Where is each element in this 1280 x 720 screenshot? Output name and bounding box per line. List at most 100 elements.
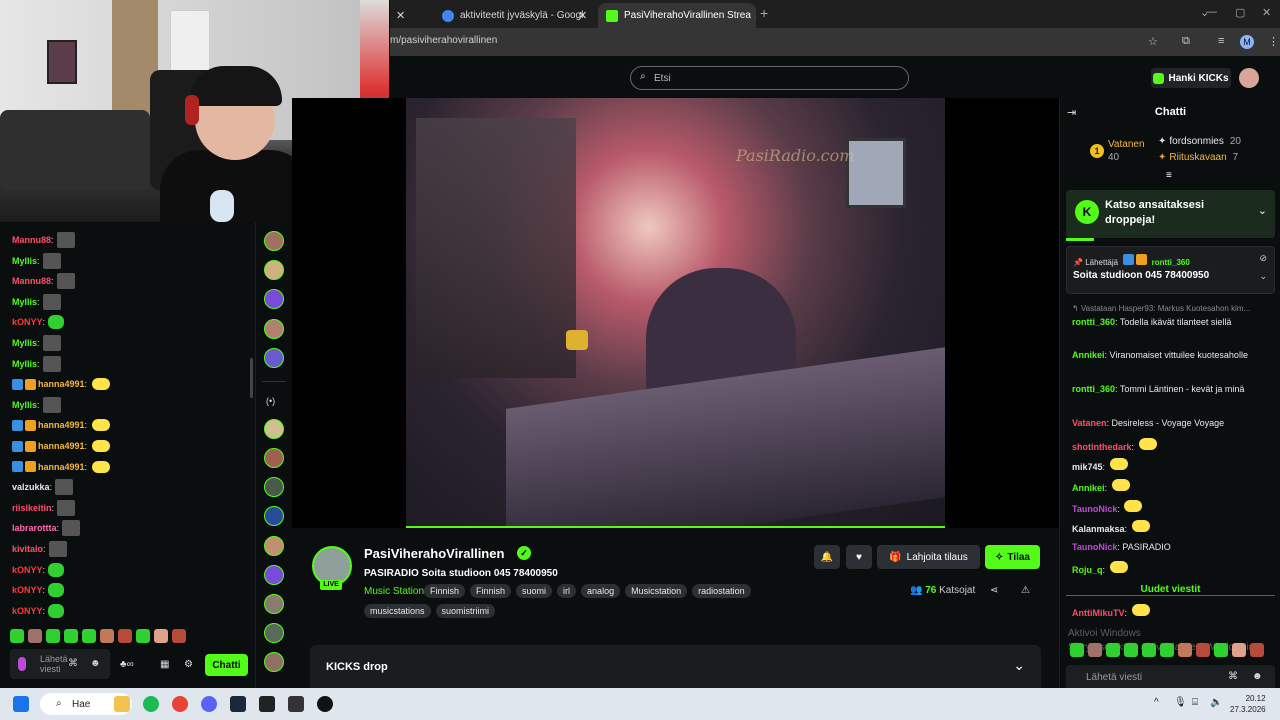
channel-avatar[interactable] — [264, 319, 284, 339]
tag-chip[interactable]: musicstations — [364, 604, 431, 618]
chat-user[interactable]: AnttiMikuTV — [1072, 608, 1125, 618]
chat-user[interactable]: Myllis — [12, 256, 37, 266]
channel-avatar[interactable] — [264, 623, 284, 643]
expand-leaderboard-icon[interactable]: ≡ — [1166, 170, 1172, 181]
emote-icon[interactable] — [1070, 643, 1084, 657]
chat-user[interactable]: hanna4991 — [38, 462, 85, 472]
emote-icon[interactable] — [64, 629, 78, 643]
menu-icon[interactable]: ⋮ — [1268, 35, 1279, 48]
kick-emote-icon[interactable]: ⌘ — [68, 658, 78, 669]
channel-avatar[interactable] — [264, 506, 284, 526]
maximize-button[interactable]: ▢ — [1235, 6, 1245, 19]
chat-user[interactable]: Vatanen — [1072, 418, 1107, 428]
chat-user[interactable]: TaunoNick — [1072, 504, 1117, 514]
tab-close-icon[interactable]: ✕ — [578, 3, 592, 28]
emote-icon[interactable] — [46, 629, 60, 643]
chevron-down-icon[interactable]: ⌄ — [1258, 204, 1267, 217]
channel-avatar[interactable] — [264, 260, 284, 280]
channel-avatar[interactable] — [264, 419, 284, 439]
taskbar-clock[interactable]: 20.12 27.3.2026 — [1230, 693, 1266, 715]
emote-icon[interactable] — [100, 629, 114, 643]
tab-google[interactable]: aktiviteetit jyväskylä - Google-h — [434, 3, 584, 28]
obs-icon[interactable] — [317, 696, 333, 712]
app-icon[interactable] — [288, 696, 304, 712]
chat-user[interactable]: hanna4991 — [38, 420, 85, 430]
channel-avatar[interactable] — [264, 652, 284, 672]
emote-icon[interactable] — [1250, 643, 1264, 657]
chat-user[interactable]: hanna4991 — [38, 379, 85, 389]
app-icon[interactable] — [259, 696, 275, 712]
emote-icon[interactable] — [154, 629, 168, 643]
subscribe-button[interactable]: ✧ Tilaa — [985, 545, 1040, 569]
tag-chip[interactable]: Finnish — [470, 584, 512, 598]
leaderboard-first[interactable]: 1 Vatanen 40 — [1090, 138, 1145, 164]
channel-avatar[interactable] — [264, 565, 284, 585]
chat-user[interactable]: mik745 — [1072, 462, 1103, 472]
tag-chip[interactable]: analog — [581, 584, 621, 598]
video-frame[interactable]: PasiRadio.com — [406, 98, 945, 528]
emote-icon[interactable] — [136, 629, 150, 643]
new-tab-button[interactable]: + — [760, 5, 768, 21]
chevron-down-icon[interactable]: ⌄ — [1259, 271, 1267, 282]
media-icon[interactable]: ≡ — [1218, 35, 1224, 47]
emote-icon[interactable] — [10, 629, 24, 643]
chrome-icon[interactable] — [172, 696, 188, 712]
user-avatar[interactable] — [1239, 68, 1259, 88]
chat-user[interactable]: Myllis — [12, 338, 37, 348]
tray-chevron-icon[interactable]: ^ — [1154, 697, 1159, 708]
chat-user[interactable]: valzukka — [12, 482, 50, 492]
emote-icon[interactable] — [82, 629, 96, 643]
channel-avatar[interactable] — [264, 289, 284, 309]
channel-avatar[interactable] — [264, 448, 284, 468]
tag-chip[interactable]: suomistriimi — [435, 604, 496, 618]
settings-icon[interactable]: ⚙ — [184, 659, 193, 670]
emote-icon[interactable] — [1124, 643, 1138, 657]
minimize-button[interactable]: — — [1206, 6, 1217, 18]
emote-icon[interactable] — [1214, 643, 1228, 657]
get-kicks-button[interactable]: Hanki KICKs — [1151, 68, 1231, 88]
report-icon[interactable]: ⚠ — [1021, 585, 1030, 596]
profile-avatar[interactable]: M — [1240, 35, 1254, 49]
chat-user[interactable]: Myllis — [12, 297, 37, 307]
emote-icon[interactable] — [1160, 643, 1174, 657]
drops-card[interactable]: K Katso ansaitaksesi droppeja! ⌄ — [1066, 190, 1275, 238]
chat-user[interactable]: kONYY — [12, 565, 43, 575]
gift-sub-button[interactable]: 🎁 Lahjoita tilaus — [877, 545, 980, 569]
store-icon[interactable]: ▦ — [160, 659, 169, 670]
chat-user[interactable]: labrarottta — [12, 523, 57, 533]
tag-chip[interactable]: Finnish — [424, 584, 466, 598]
url-text[interactable]: m/pasiviherahovirallinen — [390, 35, 497, 46]
chevron-down-icon[interactable]: ⌄ — [1013, 657, 1025, 674]
chat-user[interactable]: Annikei — [1072, 350, 1105, 360]
kicks-icon[interactable]: ♣∞ — [120, 659, 134, 670]
emote-icon[interactable] — [1196, 643, 1210, 657]
channel-avatar[interactable] — [264, 536, 284, 556]
extensions-icon[interactable]: ⧉ — [1182, 35, 1190, 48]
chat-user[interactable]: kONYY — [12, 317, 43, 327]
emote-icon[interactable] — [118, 629, 132, 643]
tag-chip[interactable]: Musicstation — [625, 584, 688, 598]
follow-heart-button[interactable]: ♥ — [846, 545, 872, 569]
emote-icon[interactable] — [172, 629, 186, 643]
chat-user[interactable]: Roju_q — [1072, 565, 1103, 575]
chat-user[interactable]: TaunoNick — [1072, 542, 1117, 552]
search-input[interactable]: ⌕ Etsi — [630, 66, 909, 90]
emote-icon[interactable] — [1088, 643, 1102, 657]
leaderboard-second[interactable]: ✦ fordsonmies 20 — [1158, 136, 1241, 147]
tab-close-icon[interactable]: ✕ — [396, 3, 404, 28]
video-player[interactable]: PasiRadio.com — [292, 98, 1059, 528]
emote-icon[interactable] — [1232, 643, 1246, 657]
kick-emote-icon[interactable]: ⌘ — [1228, 671, 1238, 682]
emote-icon[interactable] — [1142, 643, 1156, 657]
chat-user[interactable]: Mannu88 — [12, 276, 51, 286]
chat-user[interactable]: Myllis — [12, 359, 37, 369]
popout-send-input[interactable]: Lähetä viesti ⌘ ☻ — [10, 649, 110, 679]
smiley-icon[interactable]: ☻ — [1252, 671, 1263, 682]
channel-avatar[interactable] — [264, 477, 284, 497]
chat-user[interactable]: Annikei — [1072, 483, 1105, 493]
hide-icon[interactable]: ⊘ — [1259, 253, 1267, 264]
popout-chat-scrollbar[interactable] — [250, 358, 253, 398]
discord-icon[interactable] — [201, 696, 217, 712]
pinned-message[interactable]: 📌 Lähettäjä rontti_360 Soita studioon 04… — [1066, 246, 1275, 294]
tag-chip[interactable]: suomi — [516, 584, 553, 598]
